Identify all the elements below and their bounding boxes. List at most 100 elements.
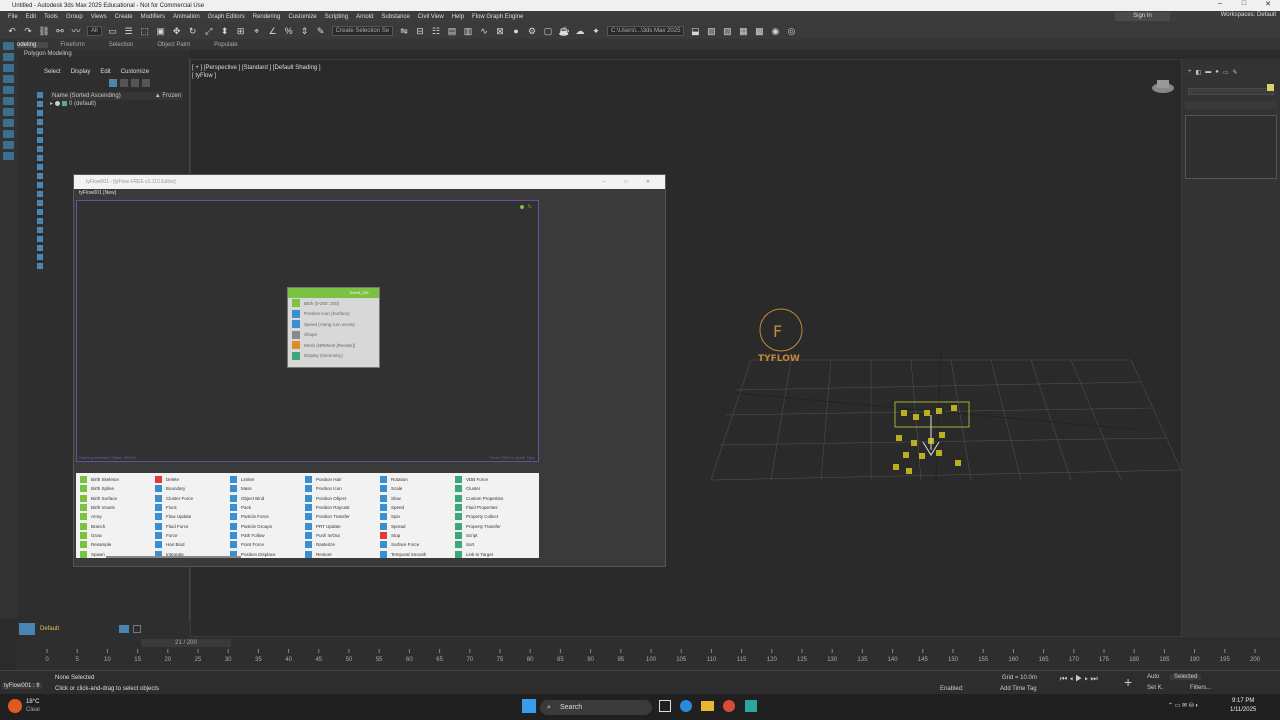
filter-icon[interactable] xyxy=(109,79,117,87)
menu-create[interactable]: Create xyxy=(111,14,137,20)
3dsmax-icon[interactable] xyxy=(745,700,757,712)
object-color-swatch[interactable] xyxy=(1267,84,1274,91)
menu-arnold[interactable]: Arnold xyxy=(352,14,377,20)
pivot-icon[interactable]: ⊞ xyxy=(235,25,247,37)
close-icon[interactable]: ✕ xyxy=(1256,0,1280,8)
scale-icon[interactable]: ⤢ xyxy=(203,25,215,37)
palette-operator[interactable]: Spread xyxy=(380,521,455,530)
maxscript-listener[interactable]: tyFlow001 : fr xyxy=(2,683,43,689)
palette-operator[interactable]: Position Raycast xyxy=(305,503,380,512)
palette-operator[interactable]: Flock xyxy=(155,503,230,512)
palette-operator[interactable]: Position Hair xyxy=(305,475,380,484)
key-filter-select[interactable]: Selected xyxy=(1170,674,1202,680)
menu-rendering[interactable]: Rendering xyxy=(249,14,285,20)
curve-editor-icon[interactable]: ∿ xyxy=(478,25,490,37)
move-icon[interactable]: ✥ xyxy=(171,25,183,37)
set-key-button[interactable]: Set K. xyxy=(1147,685,1163,691)
tab-populate[interactable]: Populate xyxy=(202,42,250,48)
workspace-select[interactable]: Workspaces: Default xyxy=(1221,12,1276,18)
ribbon-toggle-icon[interactable]: ▥ xyxy=(462,25,474,37)
operator-display[interactable]: Display (Geometry) xyxy=(288,351,379,362)
tool-icon-9[interactable] xyxy=(3,130,14,138)
layer-options-icon[interactable] xyxy=(133,625,141,633)
ribbon-subpanel[interactable]: Polygon Modeling xyxy=(0,50,190,59)
place-icon[interactable]: ⬍ xyxy=(219,25,231,37)
operator-position-icon[interactable]: Position Icon (Surface) xyxy=(288,309,379,320)
timeline-ruler[interactable]: 0 5 10 15 20 25 30 35 40 45 50 55 60 65 70 75 80 85 90 95 10… xyxy=(17,649,1280,669)
undo-icon[interactable]: ↶ xyxy=(6,25,18,37)
palette-operator[interactable]: Link to Target xyxy=(455,549,530,558)
palette-operator[interactable]: Array xyxy=(80,512,155,521)
region-select-icon[interactable]: ⬚ xyxy=(139,25,151,37)
rotate-icon[interactable]: ↻ xyxy=(187,25,199,37)
palette-operator[interactable]: Force xyxy=(155,531,230,540)
expand-icon[interactable]: ▸ xyxy=(50,100,53,107)
layer-manager-icon[interactable] xyxy=(19,623,35,635)
weather-icon[interactable] xyxy=(8,699,22,713)
tool-icon-10[interactable] xyxy=(3,141,14,149)
palette-operator[interactable]: Path Follow xyxy=(230,531,305,540)
palette-operator[interactable]: Scale xyxy=(380,484,455,493)
save-folder-icon[interactable]: ▨ xyxy=(721,25,733,37)
palette-operator[interactable]: Hair Bind xyxy=(155,540,230,549)
edit-named-selection-icon[interactable]: ✎ xyxy=(315,25,327,37)
palette-operator[interactable]: Position Icon xyxy=(305,484,380,493)
display-tool-icon[interactable] xyxy=(3,86,14,94)
select-by-name-icon[interactable]: ☰ xyxy=(123,25,135,37)
menu-help[interactable]: Help xyxy=(448,14,468,20)
palette-operator[interactable]: Object Bind xyxy=(230,494,305,503)
tab-selection[interactable]: Selection xyxy=(97,42,146,48)
menu-file[interactable]: File xyxy=(4,14,22,20)
motion-tool-icon[interactable] xyxy=(3,75,14,83)
active-shade-icon[interactable]: ◉ xyxy=(769,25,781,37)
menu-graph-editors[interactable]: Graph Editors xyxy=(204,14,249,20)
layers-icon[interactable] xyxy=(142,79,150,87)
palette-operator[interactable]: Particle Force xyxy=(230,512,305,521)
tool-icon-11[interactable] xyxy=(3,152,14,160)
menu-edit[interactable]: Edit xyxy=(22,14,40,20)
palette-scrollbar[interactable] xyxy=(106,556,241,558)
palette-operator[interactable]: Branch xyxy=(80,521,155,530)
angle-snap-icon[interactable]: ∠ xyxy=(267,25,279,37)
render-setup-icon[interactable]: ⚙ xyxy=(526,25,538,37)
redo-icon[interactable]: ↷ xyxy=(22,25,34,37)
current-layer-label[interactable]: Default xyxy=(40,626,59,632)
palette-operator[interactable]: Mass xyxy=(230,484,305,493)
tab-object-paint[interactable]: Object Paint xyxy=(145,42,202,48)
chrome-icon[interactable] xyxy=(723,700,735,712)
minimize-icon[interactable]: – xyxy=(1208,0,1232,8)
menu-animation[interactable]: Animation xyxy=(169,14,204,20)
viewport-label[interactable]: [ + ] [Perspective ] [Standard ] [Defaul… xyxy=(192,65,321,71)
spinner-snap-icon[interactable]: ⇕ xyxy=(299,25,311,37)
time-slider[interactable]: 21 / 200 xyxy=(141,639,231,647)
menu-tools[interactable]: Tools xyxy=(40,14,62,20)
palette-operator[interactable]: Resample xyxy=(80,540,155,549)
palette-operator[interactable]: Birth Spline xyxy=(80,484,155,493)
palette-operator[interactable]: Spin xyxy=(380,512,455,521)
palette-operator[interactable]: Birth Voxels xyxy=(80,503,155,512)
file-explorer-icon[interactable] xyxy=(701,701,714,711)
operator-birth[interactable]: Birth (0-200: 200) xyxy=(288,298,379,309)
maximize-icon[interactable]: □ xyxy=(1232,0,1256,8)
window-crossing-icon[interactable]: ▣ xyxy=(155,25,167,37)
playback-controls[interactable]: ⏮ ◂ ▶ ▸ ⏭ xyxy=(1060,674,1098,684)
render-arnold-icon[interactable]: ✦ xyxy=(590,25,602,37)
edge-icon[interactable] xyxy=(680,700,692,712)
project-settings-icon[interactable]: ▦ xyxy=(737,25,749,37)
palette-operator[interactable]: Slow xyxy=(380,494,455,503)
sign-in-button[interactable]: Sign In xyxy=(1115,12,1170,21)
link-icon[interactable]: ⛓ xyxy=(38,25,50,37)
palette-operator[interactable]: Script xyxy=(455,531,530,540)
named-selection-set[interactable]: Create Selection Se xyxy=(331,25,394,36)
palette-operator[interactable]: Property Transfer xyxy=(455,521,530,530)
project-path-select[interactable]: C:\Users\...\3ds Max 2025 xyxy=(607,25,685,36)
editor-close-icon[interactable]: ✕ xyxy=(637,175,659,189)
clock-date[interactable]: 1/11/2025 xyxy=(1230,707,1256,713)
palette-operator[interactable]: Stop xyxy=(380,531,455,540)
palette-operator[interactable]: Custom Properties xyxy=(455,494,530,503)
utilities-tool-icon[interactable] xyxy=(3,97,14,105)
eye-icon[interactable] xyxy=(55,101,61,106)
palette-operator[interactable]: PRT Update xyxy=(305,521,380,530)
auto-key-button[interactable]: Auto xyxy=(1147,674,1159,680)
editor-minimize-icon[interactable]: – xyxy=(593,175,615,189)
